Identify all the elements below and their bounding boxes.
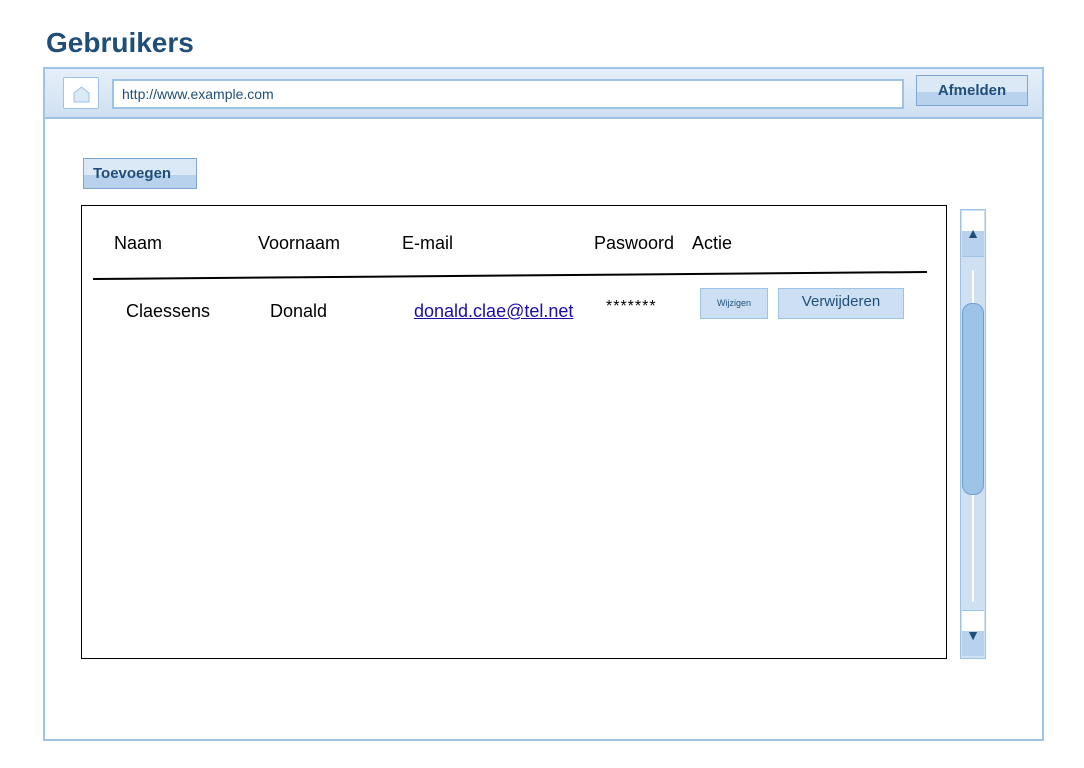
header-divider	[93, 271, 927, 280]
add-user-button[interactable]: Toevoegen	[83, 158, 197, 189]
vertical-scrollbar[interactable]: ▲ ▼	[960, 209, 986, 659]
scroll-down-button[interactable]: ▼	[962, 610, 984, 656]
scroll-up-button[interactable]: ▲	[962, 211, 984, 257]
browser-window: http://www.example.com Afmelden Toevoege…	[43, 67, 1044, 741]
users-table: Naam Voornaam E-mail Paswoord Actie Clae…	[81, 205, 947, 659]
column-header-naam: Naam	[114, 233, 163, 253]
arrow-up-icon: ▲	[966, 225, 980, 241]
cell-voornaam: Donald	[270, 301, 328, 321]
cell-naam: Claessens	[126, 301, 211, 321]
column-header-actie: Actie	[692, 233, 733, 253]
column-header-email: E-mail	[402, 233, 454, 253]
home-icon	[73, 86, 90, 103]
home-button[interactable]	[63, 77, 99, 109]
page-title: Gebruikers	[46, 27, 194, 58]
url-field[interactable]: http://www.example.com	[112, 79, 904, 109]
arrow-down-icon: ▼	[966, 627, 980, 643]
cell-paswoord: *******	[606, 298, 657, 315]
column-header-voornaam: Voornaam	[258, 233, 341, 253]
edit-button[interactable]: Wijzigen	[700, 288, 768, 319]
scroll-thumb[interactable]	[962, 303, 984, 495]
browser-toolbar: http://www.example.com Afmelden	[45, 69, 1042, 119]
column-header-paswoord: Paswoord	[594, 233, 675, 253]
cell-email-link[interactable]: donald.clae@tel.net	[414, 301, 573, 322]
delete-button[interactable]: Verwijderen	[778, 288, 904, 319]
logout-button[interactable]: Afmelden	[916, 75, 1028, 106]
